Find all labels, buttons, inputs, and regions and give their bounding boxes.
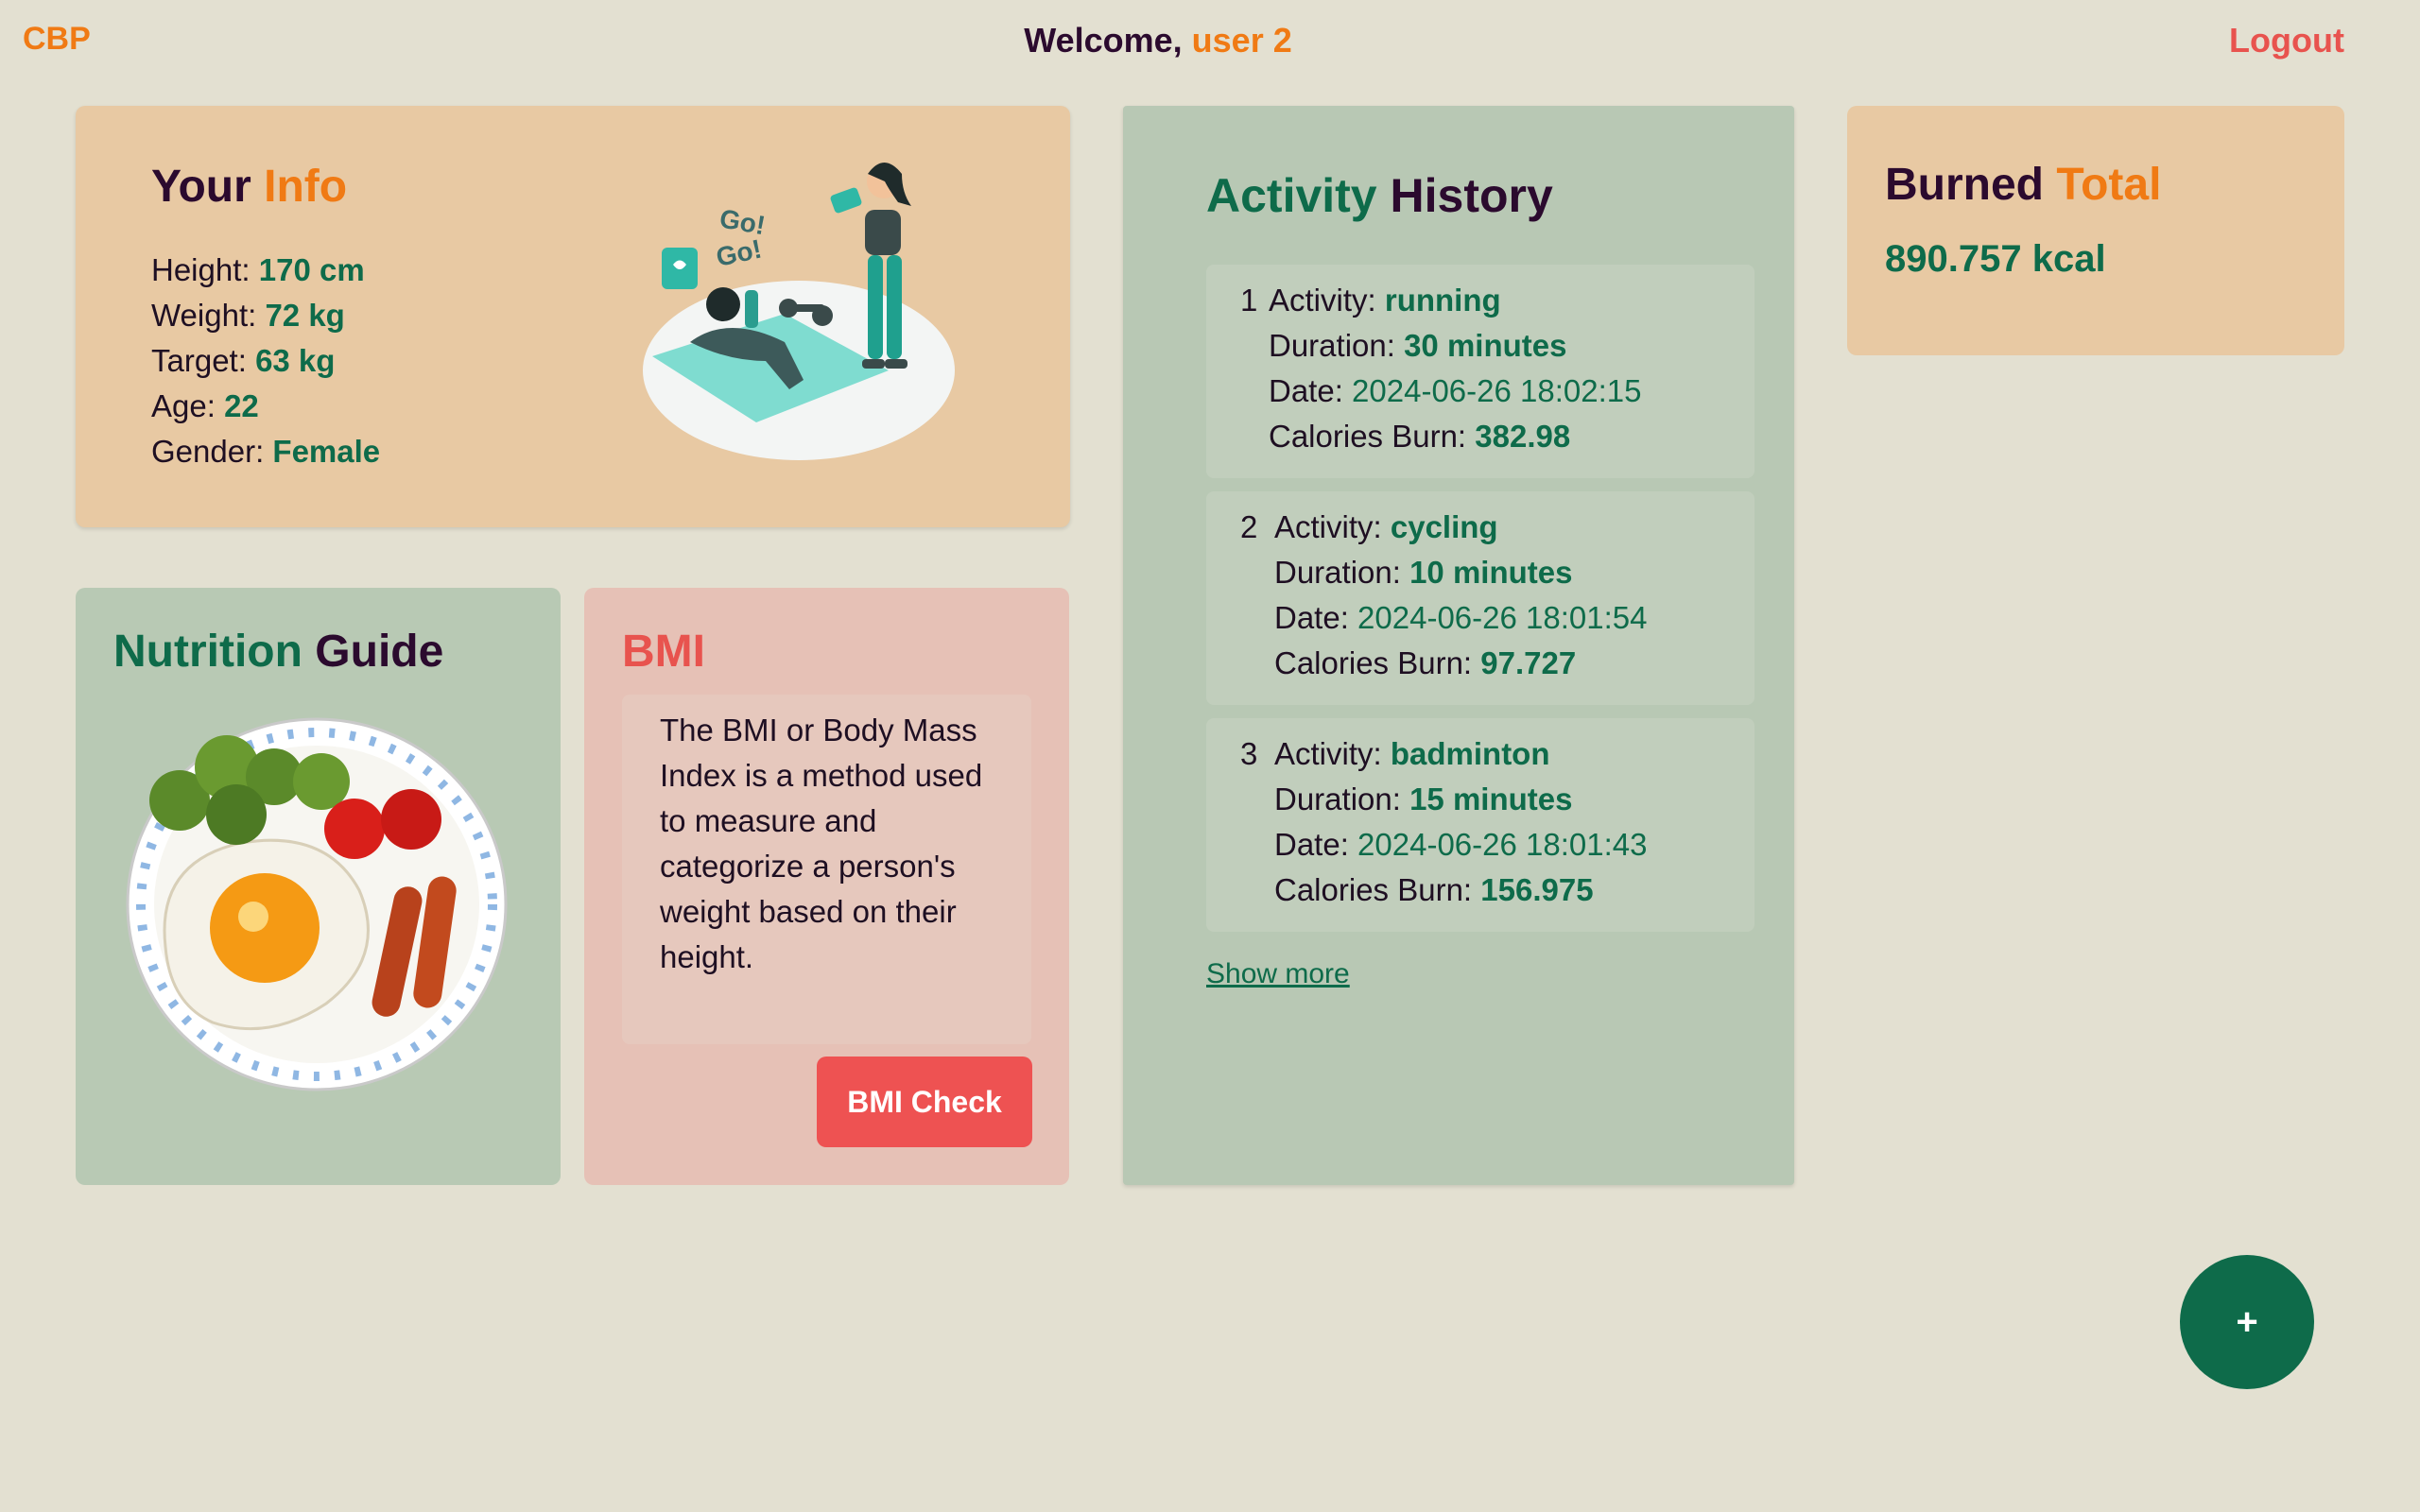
activity-history-card: Activity History 1 Activity: running Dur… [1123, 106, 1794, 1185]
go-text-1: Go! [717, 203, 768, 240]
activity-type-label: Activity: [1274, 509, 1382, 544]
activity-duration-line: Duration: 30 minutes [1269, 323, 1641, 369]
show-more-link[interactable]: Show more [1206, 958, 1350, 990]
info-field-height: Height: 170 cm [151, 248, 380, 293]
activity-item: 3 Activity: badminton Duration: 15 minut… [1206, 718, 1754, 932]
activity-number: 1 [1240, 283, 1258, 318]
info-field-label: Age: [151, 388, 216, 423]
activity-item: 1 Activity: running Duration: 30 minutes… [1206, 265, 1754, 478]
activity-date-label: Date: [1269, 373, 1343, 408]
activity-calories-label: Calories Burn: [1269, 419, 1467, 454]
nutrition-guide-card[interactable]: Nutrition Guide [76, 588, 561, 1185]
activity-calories: 382.98 [1475, 419, 1571, 454]
activity-duration-label: Duration: [1269, 328, 1395, 363]
info-field-value: 170 cm [258, 252, 365, 287]
activity-duration-line: Duration: 10 minutes [1274, 550, 1647, 595]
top-bar: CBP Welcome, user 2 Logout [0, 0, 2420, 85]
plus-icon: + [2236, 1300, 2258, 1343]
activity-type: running [1384, 283, 1501, 318]
info-field-value: 72 kg [265, 298, 345, 333]
nutrition-guide-title-dark: Guide [315, 627, 444, 677]
activity-type-line: Activity: running [1269, 278, 1641, 323]
activity-duration: 15 minutes [1409, 782, 1573, 816]
bmi-check-button[interactable]: BMI Check [817, 1057, 1032, 1147]
info-field-value: Female [272, 434, 381, 469]
activity-type: cycling [1390, 509, 1498, 544]
activity-calories-label: Calories Burn: [1274, 872, 1473, 907]
info-field-label: Gender: [151, 434, 265, 469]
activity-number: 2 [1240, 509, 1258, 544]
activity-date-line: Date: 2024-06-26 18:01:43 [1274, 822, 1647, 868]
activity-calories-line: Calories Burn: 97.727 [1274, 641, 1647, 686]
info-field-weight: Weight: 72 kg [151, 293, 380, 338]
activity-type-line: Activity: badminton [1274, 731, 1647, 777]
activity-type: badminton [1390, 736, 1550, 771]
info-field-label: Target: [151, 343, 247, 378]
activity-details: Activity: cycling Duration: 10 minutes D… [1274, 505, 1647, 686]
workout-illustration: Go! Go! [643, 163, 955, 460]
info-field-label: Weight: [151, 298, 257, 333]
activity-type-label: Activity: [1269, 283, 1376, 318]
go-text-2: Go! [714, 234, 765, 272]
add-activity-button[interactable]: + [2180, 1255, 2314, 1389]
your-info-title: Your Info [151, 161, 347, 213]
burned-total-card: Burned Total 890.757 kcal [1847, 106, 2344, 355]
info-field-target: Target: 63 kg [151, 338, 380, 384]
info-field-gender: Gender: Female [151, 429, 380, 474]
info-field-value: 63 kg [255, 343, 336, 378]
activity-date-line: Date: 2024-06-26 18:01:54 [1274, 595, 1647, 641]
activity-date: 2024-06-26 18:01:43 [1357, 827, 1648, 862]
activity-date-label: Date: [1274, 827, 1349, 862]
activity-details: Activity: running Duration: 30 minutes D… [1269, 278, 1641, 459]
activity-calories-label: Calories Burn: [1274, 645, 1473, 680]
burned-total-title: Burned Total [1885, 159, 2161, 211]
info-field-label: Height: [151, 252, 251, 287]
your-info-card: Your Info Height: 170 cm Weight: 72 kg T… [76, 106, 1070, 527]
activity-details: Activity: badminton Duration: 15 minutes… [1274, 731, 1647, 913]
logout-button[interactable]: Logout [2229, 21, 2344, 60]
burned-total-title-main: Burned [1885, 160, 2044, 210]
welcome-prefix: Welcome, [1024, 21, 1192, 60]
activity-calories-line: Calories Burn: 156.975 [1274, 868, 1647, 913]
nutrition-guide-title-main: Nutrition [113, 627, 302, 677]
info-field-value: 22 [224, 388, 259, 423]
activity-date: 2024-06-26 18:01:54 [1357, 600, 1648, 635]
nutrition-guide-title: Nutrition Guide [113, 626, 443, 678]
bmi-description: The BMI or Body Mass Index is a method u… [622, 695, 1031, 1044]
activity-history-title-main: Activity [1206, 169, 1377, 222]
your-info-title-accent: Info [264, 162, 348, 212]
activity-calories-line: Calories Burn: 382.98 [1269, 414, 1641, 459]
activity-duration-line: Duration: 15 minutes [1274, 777, 1647, 822]
activity-item: 2 Activity: cycling Duration: 10 minutes… [1206, 491, 1754, 705]
activity-number: 3 [1240, 736, 1258, 771]
activity-date-line: Date: 2024-06-26 18:02:15 [1269, 369, 1641, 414]
burned-total-title-accent: Total [2056, 160, 2162, 210]
activity-history-title: Activity History [1206, 168, 1553, 223]
info-field-age: Age: 22 [151, 384, 380, 429]
activity-duration-label: Duration: [1274, 782, 1401, 816]
burned-total-value: 890.757 kcal [1885, 238, 2106, 280]
username: user 2 [1191, 21, 1292, 60]
activity-type-label: Activity: [1274, 736, 1382, 771]
breakfast-plate-image [126, 717, 508, 1091]
activity-duration: 30 minutes [1404, 328, 1567, 363]
bmi-card: BMI The BMI or Body Mass Index is a meth… [584, 588, 1069, 1185]
activity-calories: 97.727 [1480, 645, 1577, 680]
activity-type-line: Activity: cycling [1274, 505, 1647, 550]
activity-date: 2024-06-26 18:02:15 [1352, 373, 1642, 408]
activity-duration: 10 minutes [1409, 555, 1573, 590]
info-field-list: Height: 170 cm Weight: 72 kg Target: 63 … [151, 248, 380, 474]
activity-date-label: Date: [1274, 600, 1349, 635]
your-info-title-main: Your [151, 162, 251, 212]
bmi-title: BMI [622, 627, 705, 677]
welcome-message: Welcome, user 2 [0, 21, 2316, 60]
activity-calories: 156.975 [1480, 872, 1594, 907]
activity-duration-label: Duration: [1274, 555, 1401, 590]
activity-history-title-dark: History [1390, 169, 1553, 222]
